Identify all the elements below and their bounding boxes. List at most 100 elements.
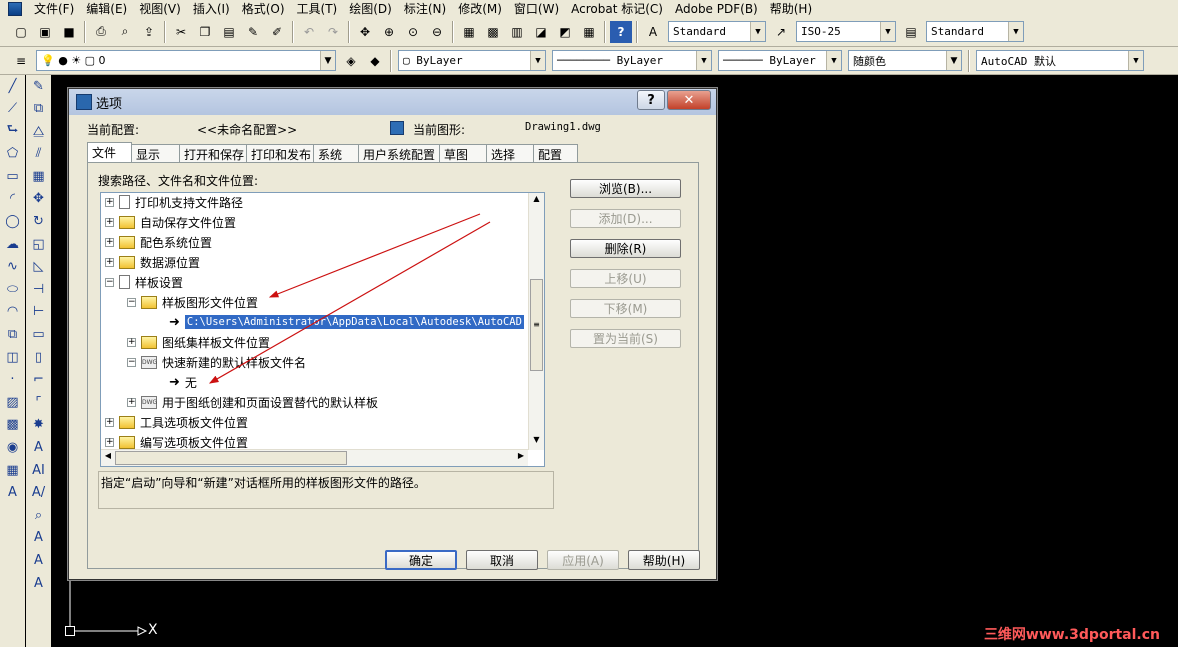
ellipse-arc-icon[interactable]: ◠ [3, 302, 23, 322]
expand-icon[interactable]: + [105, 217, 114, 227]
layer-previous-icon[interactable]: ◆ [364, 50, 386, 72]
collapse-icon[interactable]: − [127, 297, 136, 307]
scroll-down-icon[interactable]: ▼ [529, 435, 544, 449]
copy-object-icon[interactable]: ⧉ [29, 99, 49, 119]
plot-style-combo[interactable]: 随颜色 ▼ [848, 50, 962, 71]
scale-icon[interactable]: ◱ [29, 234, 49, 254]
move-up-button[interactable]: 上移(U) [570, 269, 681, 288]
template-path-value[interactable]: C:\Users\Administrator\AppData\Local\Aut… [183, 314, 525, 330]
move-down-button[interactable]: 下移(M) [570, 299, 681, 318]
tree-item[interactable]: + DWG 用于图纸创建和页面设置替代的默认样板 [127, 393, 378, 411]
scroll-left-icon[interactable]: ◀ [101, 451, 115, 465]
markup-icon[interactable]: ◩ [554, 21, 576, 43]
expand-icon[interactable]: + [105, 257, 114, 267]
tab-display[interactable]: 显示 [131, 144, 180, 162]
redo-icon[interactable]: ↷ [322, 21, 344, 43]
print-preview-icon[interactable]: ⌕ [114, 21, 136, 43]
tree-item[interactable]: + 配色系统位置 [105, 233, 212, 251]
print-icon[interactable]: ⎙ [90, 21, 112, 43]
region-icon[interactable]: ◉ [3, 438, 23, 458]
trim-icon[interactable]: ⊣ [29, 279, 49, 299]
collapse-icon[interactable]: − [127, 357, 136, 367]
zoom-previous-icon[interactable]: ⊖ [426, 21, 448, 43]
expand-icon[interactable]: + [105, 417, 114, 427]
copy-icon[interactable]: ❐ [194, 21, 216, 43]
zoom-realtime-icon[interactable]: ⊕ [378, 21, 400, 43]
menu-window[interactable]: 窗口(W) [508, 0, 565, 17]
menu-help[interactable]: 帮助(H) [764, 0, 818, 17]
stretch-icon[interactable]: ◺ [29, 257, 49, 277]
chevron-down-icon[interactable]: ▼ [1128, 51, 1143, 70]
help-icon[interactable]: ? [610, 20, 632, 43]
single-line-text-icon[interactable]: AI [29, 460, 49, 480]
tree-item[interactable]: + 图纸集样板文件位置 [127, 333, 270, 351]
tree-item[interactable]: − 样板图形文件位置 [127, 293, 258, 311]
layer-combo[interactable]: 💡 ● ☀ ▢ 0 ▼ [36, 50, 336, 71]
rectangle-icon[interactable]: ▭ [3, 166, 23, 186]
chevron-down-icon[interactable]: ▼ [530, 51, 545, 70]
text-style-combo[interactable]: Standard ▼ [668, 21, 766, 42]
visual-style-combo[interactable]: AutoCAD 默认 ▼ [976, 50, 1144, 71]
color-combo[interactable]: ▢ ByLayer ▼ [398, 50, 546, 71]
tool-palettes-icon[interactable]: ▥ [506, 21, 528, 43]
rotate-icon[interactable]: ↻ [29, 212, 49, 232]
tab-system[interactable]: 系统 [313, 144, 359, 162]
insert-block-icon[interactable]: ⧉ [3, 325, 23, 345]
extend-icon[interactable]: ⊢ [29, 302, 49, 322]
menu-adobe-pdf[interactable]: Adobe PDF(B) [669, 2, 764, 16]
zoom-window-icon[interactable]: ⊙ [402, 21, 424, 43]
hatch-icon[interactable]: ▨ [3, 392, 23, 412]
tree-item[interactable]: ➜ 无 [169, 373, 197, 391]
scroll-thumb[interactable]: ≡ [530, 279, 543, 371]
menu-edit[interactable]: 编辑(E) [80, 0, 133, 17]
multiline-text-icon[interactable]: A [3, 483, 23, 503]
tab-plot-publish[interactable]: 打印和发布 [246, 144, 314, 162]
text-style-tool-icon[interactable]: A [29, 528, 49, 548]
tab-user-preferences[interactable]: 用户系统配置 [358, 144, 440, 162]
tree-item[interactable]: + 打印机支持文件路径 [105, 193, 243, 211]
open-icon[interactable]: ▣ [34, 21, 56, 43]
tab-drafting[interactable]: 草图 [439, 144, 487, 162]
tree-item-selected[interactable]: ➜ C:\Users\Administrator\AppData\Local\Au… [169, 313, 525, 331]
offset-icon[interactable]: ⫽ [29, 144, 49, 164]
point-icon[interactable]: · [3, 370, 23, 390]
menu-insert[interactable]: 插入(I) [187, 0, 236, 17]
properties-icon[interactable]: ▦ [458, 21, 480, 43]
help-button[interactable]: 帮助(H) [628, 550, 700, 570]
expand-icon[interactable]: + [105, 237, 114, 247]
circle-icon[interactable]: ◯ [3, 212, 23, 232]
menu-modify[interactable]: 修改(M) [452, 0, 508, 17]
linetype-combo[interactable]: ──────── ByLayer ▼ [552, 50, 712, 71]
lineweight-combo[interactable]: ────── ByLayer ▼ [718, 50, 842, 71]
calculator-icon[interactable]: ▦ [578, 21, 600, 43]
menu-draw[interactable]: 绘图(D) [343, 0, 398, 17]
set-current-button[interactable]: 置为当前(S) [570, 329, 681, 348]
text-icon[interactable]: A [29, 438, 49, 458]
design-center-icon[interactable]: ▩ [482, 21, 504, 43]
block-editor-icon[interactable]: ✐ [266, 21, 288, 43]
scroll-right-icon[interactable]: ▶ [514, 451, 528, 465]
tree-vertical-scrollbar[interactable]: ▲ ≡ ▼ [528, 193, 544, 450]
polygon-icon[interactable]: ⬠ [3, 144, 23, 164]
paste-icon[interactable]: ▤ [218, 21, 240, 43]
match-properties-icon[interactable]: ✎ [242, 21, 264, 43]
array-icon[interactable]: ▦ [29, 166, 49, 186]
gradient-icon[interactable]: ▩ [3, 415, 23, 435]
browse-button[interactable]: 浏览(B)... [570, 179, 681, 198]
dim-style-combo[interactable]: ISO-25 ▼ [796, 21, 896, 42]
join-icon[interactable]: ▯ [29, 347, 49, 367]
collapse-icon[interactable]: − [105, 277, 114, 287]
edit-text-icon[interactable]: A/ [29, 483, 49, 503]
line-icon[interactable]: ╱ [3, 76, 23, 96]
menu-view[interactable]: 视图(V) [133, 0, 187, 17]
move-icon[interactable]: ✥ [29, 189, 49, 209]
cut-icon[interactable]: ✂ [170, 21, 192, 43]
spline-icon[interactable]: ∿ [3, 257, 23, 277]
dialog-titlebar[interactable]: 选项 ? ✕ [69, 89, 716, 115]
save-icon[interactable]: ■ [58, 21, 80, 43]
menu-dimension[interactable]: 标注(N) [398, 0, 452, 17]
ellipse-icon[interactable]: ⬭ [3, 279, 23, 299]
find-text-icon[interactable]: ⌕ [29, 505, 49, 525]
tab-open-save[interactable]: 打开和保存 [179, 144, 247, 162]
add-button[interactable]: 添加(D)... [570, 209, 681, 228]
